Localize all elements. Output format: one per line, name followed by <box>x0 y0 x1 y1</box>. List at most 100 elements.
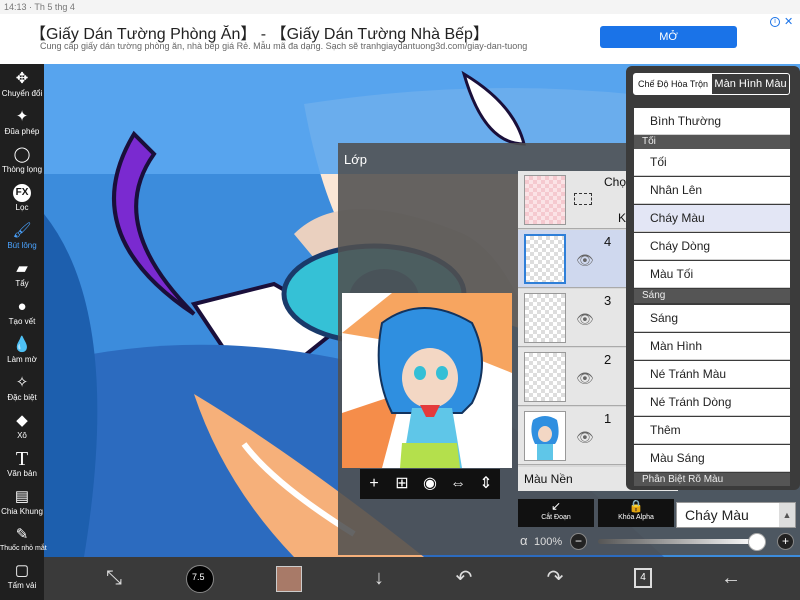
clip-label: Cắt Đoạn <box>541 514 571 521</box>
layer-thumbnail <box>524 352 566 402</box>
tool-label: Tấm vải <box>7 581 37 590</box>
tool-smudge[interactable]: ● Tạo vết <box>0 298 44 326</box>
tool-label: Chia Khung <box>1 507 43 516</box>
opacity-slider[interactable] <box>598 539 758 544</box>
bottom-toolbar: ⤡ 7.5 ↓ ↶ ↷ 4 ← <box>44 557 800 600</box>
blend-item[interactable]: Sáng <box>634 305 790 332</box>
tool-bucket[interactable]: ◆ Xô <box>0 412 44 440</box>
blend-group-header: Sáng <box>634 289 790 303</box>
eraser-icon: ▰ <box>16 260 28 277</box>
download-icon[interactable]: ↓ <box>364 557 394 600</box>
bucket-icon: ◆ <box>16 412 28 429</box>
blend-item[interactable]: Tối <box>634 149 790 176</box>
blend-item[interactable]: Né Tránh Dòng <box>634 389 790 416</box>
brush-size-button[interactable]: 7.5 <box>184 557 216 600</box>
tool-magic-wand[interactable]: ✦ Đũa phép <box>0 108 44 136</box>
smudge-icon: ● <box>17 298 27 315</box>
flip-vertical-icon[interactable]: ⇕ <box>472 469 500 499</box>
redo-icon[interactable]: ↷ <box>540 557 570 600</box>
layer-thumbnail <box>524 411 566 461</box>
close-icon[interactable]: ✕ <box>784 15 793 28</box>
tool-label: Thòng lọng <box>1 165 43 174</box>
clip-icon: ↙ <box>550 499 562 513</box>
visibility-eye-icon[interactable]: 👁 <box>576 311 594 328</box>
transform-icon[interactable]: ⤡ <box>94 557 134 600</box>
tool-blur[interactable]: 💧 Làm mờ <box>0 336 44 364</box>
flip-horizontal-icon[interactable]: ⇔ <box>444 469 472 499</box>
visibility-eye-icon[interactable]: 👁 <box>576 370 594 387</box>
tool-label: Đặc biệt <box>7 393 37 402</box>
blend-item[interactable]: Bình Thường <box>634 108 790 135</box>
tool-special[interactable]: ✧ Đặc biệt <box>0 374 44 402</box>
blend-item[interactable]: Cháy Dòng <box>634 233 790 260</box>
tool-canvas[interactable]: ▢ Tấm vải <box>0 562 44 590</box>
frame-divider-icon: ▤ <box>14 488 30 505</box>
tool-frame-divider[interactable]: ▤ Chia Khung <box>0 488 44 516</box>
tab-blend-mode[interactable]: Chế Độ Hòa Trộn <box>634 74 712 94</box>
fx-icon: FX <box>13 184 31 202</box>
blur-icon: 💧 <box>12 336 32 353</box>
blend-mode-select[interactable]: Cháy Màu ▲ <box>676 502 796 528</box>
blend-item[interactable]: Màu Sáng <box>634 445 790 472</box>
tool-label: Đũa phép <box>4 127 40 136</box>
opacity-control: α 100% − + <box>518 532 800 552</box>
tool-label: Chuyển đổi <box>1 89 43 98</box>
color-swatch-icon[interactable] <box>276 557 302 600</box>
layer-number: 2 <box>604 352 612 367</box>
layer-actions: ↙ Cắt Đoạn 🔒 Khóa Alpha <box>518 499 696 529</box>
text-icon: T <box>15 448 29 470</box>
layer-number: 4 <box>604 234 612 249</box>
info-icon[interactable]: i <box>770 17 780 27</box>
opacity-increase-button[interactable]: + <box>777 533 794 550</box>
blend-tab-switch: Chế Độ Hòa Trộn Màn Hình Màu <box>633 73 790 95</box>
layer-panel-title: Lớp <box>344 152 367 167</box>
tool-eraser[interactable]: ▰ Tẩy <box>0 260 44 288</box>
opacity-decrease-button[interactable]: − <box>570 533 587 550</box>
blend-item[interactable]: Màn Hình <box>634 333 790 360</box>
tool-eyedropper[interactable]: ✎ Thuốc nhỏ mắt <box>0 526 47 552</box>
alpha-lock-label: Khóa Alpha <box>618 514 654 521</box>
blend-mode-list: Bình Thường Tối Tối Nhân Lên Cháy Màu Ch… <box>634 108 790 486</box>
layer-thumbnail <box>524 293 566 343</box>
opacity-slider-handle[interactable] <box>748 533 766 551</box>
add-image-layer-icon[interactable]: ⊞ <box>388 469 416 499</box>
tool-label: Văn bản <box>7 469 37 478</box>
blend-item[interactable]: Né Tránh Màu <box>634 361 790 388</box>
selection-marquee-icon <box>574 193 592 205</box>
layers-count: 4 <box>640 572 646 583</box>
preview-toolbar: + ⊞ ◉ ⇔ ⇕ <box>360 469 500 499</box>
back-icon[interactable]: ← <box>716 557 746 600</box>
undo-icon[interactable]: ↶ <box>449 557 479 600</box>
ad-open-button[interactable]: MỞ <box>600 26 737 48</box>
add-layer-icon[interactable]: + <box>360 469 388 499</box>
blend-item[interactable]: Nhân Lên <box>634 177 790 204</box>
tool-transform[interactable]: ✥ Chuyển đổi <box>0 70 44 98</box>
layers-count-box: 4 <box>634 568 652 588</box>
tool-text[interactable]: T Văn bản <box>0 448 44 478</box>
blend-item[interactable]: Màu Tối <box>634 261 790 288</box>
blend-item[interactable]: Thêm <box>634 417 790 444</box>
visibility-eye-icon[interactable]: 👁 <box>576 429 594 446</box>
camera-icon[interactable]: ◉ <box>416 469 444 499</box>
layer-number: 3 <box>604 293 612 308</box>
blend-group-header: Tối <box>634 135 790 149</box>
clip-button[interactable]: ↙ Cắt Đoạn <box>518 499 594 527</box>
layers-icon[interactable]: 4 <box>632 557 656 600</box>
visibility-eye-icon[interactable]: 👁 <box>576 252 594 269</box>
alpha-lock-button[interactable]: 🔒 Khóa Alpha <box>598 499 674 527</box>
ad-banner[interactable]: 【Giấy Dán Tường Phòng Ăn】 - 【Giấy Dán Tư… <box>0 14 800 64</box>
blend-group-header: Phân Biệt Rõ Màu <box>634 473 790 486</box>
tool-filter[interactable]: FX Lọc <box>0 184 44 212</box>
lock-icon: 🔒 <box>628 499 644 513</box>
blend-item[interactable]: Cháy Màu <box>634 205 790 232</box>
tool-lasso[interactable]: ◯ Thòng lọng <box>0 146 44 174</box>
selection-thumbnail <box>524 175 566 225</box>
current-color-swatch <box>276 566 302 592</box>
tool-brush[interactable]: 🖌 Bút lông <box>0 222 44 250</box>
tab-color-screen[interactable]: Màn Hình Màu <box>712 74 789 94</box>
layer-preview <box>342 293 512 468</box>
tool-label: Tẩy <box>15 279 29 288</box>
tool-label: Bút lông <box>7 241 37 250</box>
special-icon: ✧ <box>15 374 29 391</box>
layer-number: 1 <box>604 411 612 426</box>
